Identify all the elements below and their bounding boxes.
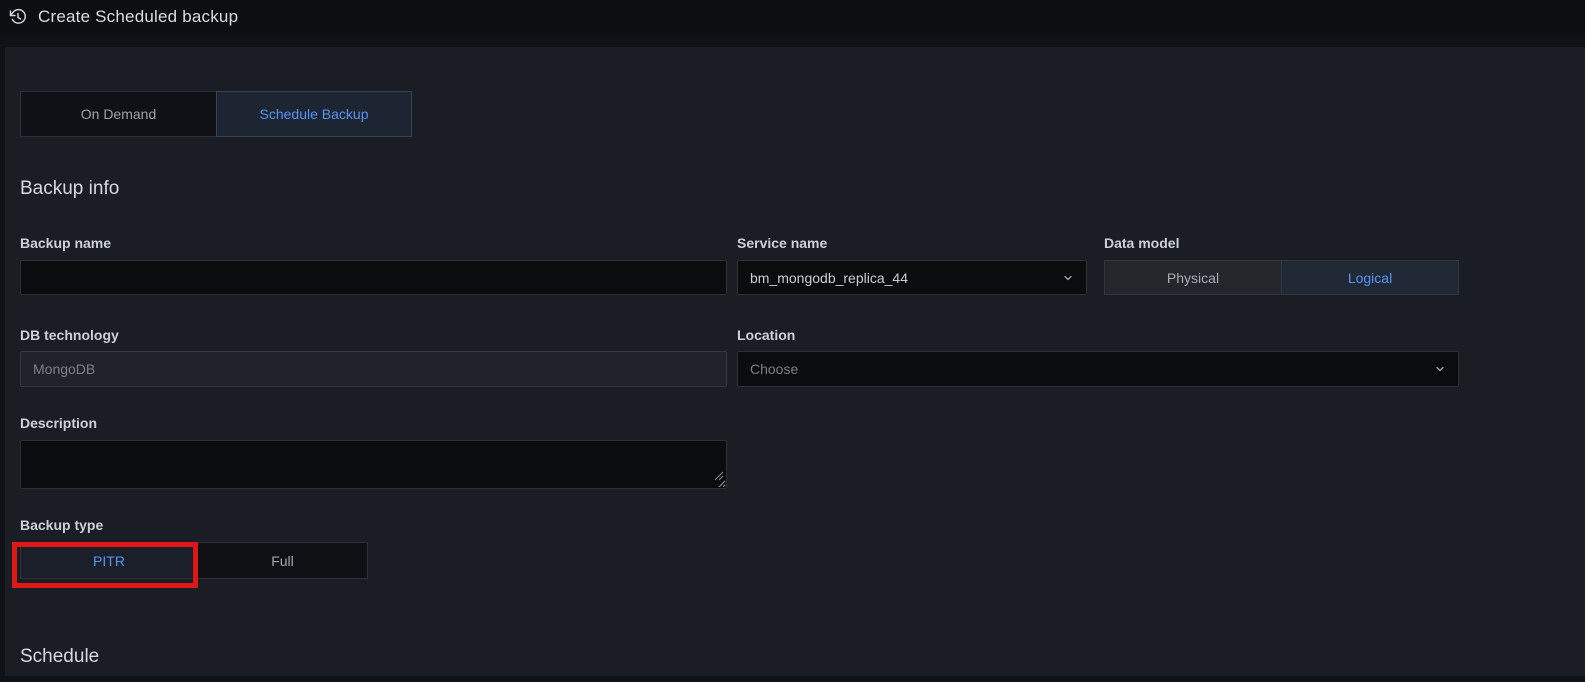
backup-name-label: Backup name (20, 235, 727, 251)
backup-type-label: Backup type (20, 517, 380, 533)
backup-form-panel: On Demand Schedule Backup Backup info Ba… (5, 47, 1585, 676)
page-header: Create Scheduled backup (0, 0, 1585, 34)
service-name-selected-value: bm_mongodb_replica_44 (750, 270, 908, 286)
db-technology-input (20, 351, 727, 387)
service-name-label: Service name (737, 235, 1087, 251)
data-model-option-physical[interactable]: Physical (1104, 260, 1282, 295)
service-name-field: Service name bm_mongodb_replica_44 (737, 235, 1087, 295)
description-field: Description (20, 415, 727, 489)
location-select[interactable]: Choose (737, 351, 1459, 387)
backup-type-option-pitr[interactable]: PITR (20, 542, 198, 579)
db-technology-label: DB technology (20, 327, 727, 343)
chevron-down-icon (1434, 363, 1446, 375)
tab-schedule-backup[interactable]: Schedule Backup (216, 91, 412, 137)
backup-type-option-full[interactable]: Full (197, 542, 368, 579)
data-model-field: Data model Physical Logical (1104, 235, 1460, 295)
location-placeholder: Choose (750, 361, 798, 377)
description-textarea[interactable] (20, 440, 727, 489)
backup-info-heading: Backup info (20, 178, 119, 200)
data-model-option-logical[interactable]: Logical (1281, 260, 1459, 295)
location-field: Location Choose (737, 327, 1459, 387)
db-technology-field: DB technology (20, 327, 727, 387)
history-icon (9, 8, 27, 26)
backup-type-field: Backup type PITR Full (20, 517, 380, 579)
chevron-down-icon (1062, 272, 1074, 284)
backup-name-input[interactable] (20, 260, 727, 295)
data-model-label: Data model (1104, 235, 1460, 251)
data-model-toggle-group: Physical Logical (1104, 260, 1460, 295)
page-title: Create Scheduled backup (38, 7, 238, 27)
service-name-select[interactable]: bm_mongodb_replica_44 (737, 260, 1087, 295)
backup-mode-tabs: On Demand Schedule Backup (20, 91, 412, 137)
tab-on-demand[interactable]: On Demand (20, 91, 217, 137)
location-label: Location (737, 327, 1459, 343)
schedule-heading: Schedule (20, 646, 99, 668)
description-label: Description (20, 415, 727, 431)
backup-name-field: Backup name (20, 235, 727, 295)
backup-type-toggle-group: PITR Full (20, 542, 380, 579)
description-textarea-wrap (20, 440, 727, 489)
